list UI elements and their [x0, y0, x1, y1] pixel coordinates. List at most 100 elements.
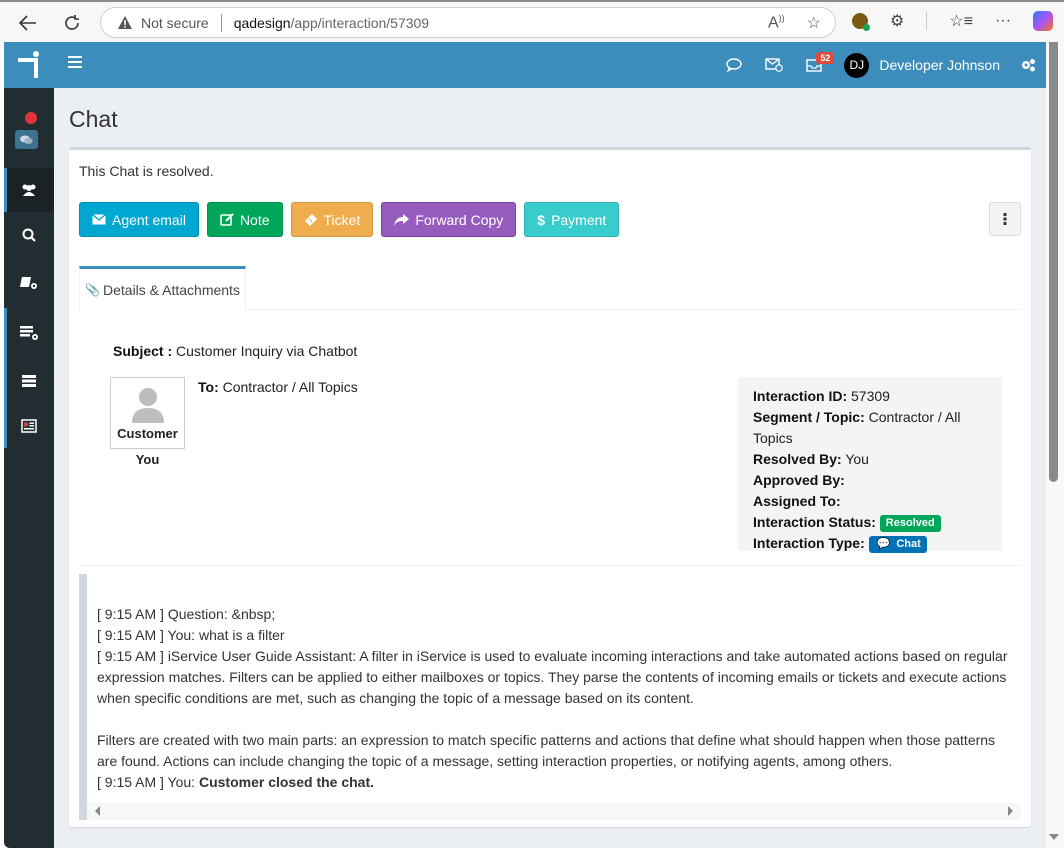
- read-aloud-icon[interactable]: A)): [768, 13, 785, 33]
- back-arrow-icon: [19, 15, 36, 31]
- newspaper-icon: [21, 419, 37, 433]
- note-button[interactable]: Note: [206, 202, 283, 237]
- sidebar-item-knowledge-settings[interactable]: [4, 258, 54, 308]
- copilot-icon[interactable]: [1033, 11, 1054, 31]
- resolved-by-label: Resolved By:: [753, 451, 842, 467]
- scroll-left-icon[interactable]: [95, 806, 100, 816]
- subject-value: Customer Inquiry via Chatbot: [176, 343, 358, 359]
- segment-label: Segment / Topic:: [753, 409, 865, 425]
- sidebar: [4, 42, 54, 848]
- forward-copy-label: Forward Copy: [415, 211, 504, 228]
- sidebar-item-dashboard[interactable]: [4, 404, 54, 448]
- customer-card[interactable]: Customer: [110, 377, 185, 449]
- chat-bubbles-icon: [15, 130, 38, 149]
- app-window: 52 DJ Developer Johnson Chat This Chat i…: [4, 42, 1046, 848]
- payment-label: Payment: [551, 211, 607, 228]
- address-bar[interactable]: Not secure qadesign/app/interaction/5730…: [100, 7, 836, 38]
- sidebar-item-search[interactable]: [4, 212, 54, 258]
- interaction-id-label: Interaction ID:: [753, 388, 848, 404]
- logo-icon: [18, 51, 39, 78]
- transcript-body: [ 9:15 AM ] Question: &nbsp; [ 9:15 AM ]…: [97, 604, 1017, 793]
- address-divider: [220, 13, 222, 32]
- chat-notifications-button[interactable]: [714, 42, 754, 88]
- dollar-icon: $: [537, 211, 546, 228]
- extensions-puzzle-icon[interactable]: ⚙: [890, 11, 904, 31]
- note-label: Note: [239, 211, 270, 228]
- share-arrow-icon: [394, 213, 410, 226]
- refresh-button[interactable]: [58, 9, 86, 37]
- transcript-line-closing: [ 9:15 AM ] You: Customer closed the cha…: [97, 772, 1017, 793]
- scroll-down-icon[interactable]: [1049, 834, 1059, 840]
- chat-transcript[interactable]: [ 9:15 AM ] Question: &nbsp; [ 9:15 AM ]…: [79, 574, 1021, 820]
- approved-by-label: Approved By:: [753, 472, 845, 488]
- status-badge: Resolved: [879, 514, 941, 532]
- user-menu[interactable]: DJ Developer Johnson: [834, 52, 1010, 78]
- vertical-ellipsis-icon: [1003, 213, 1007, 225]
- interaction-id-value: 57309: [851, 388, 890, 404]
- favorite-star-icon[interactable]: ☆: [807, 13, 821, 33]
- warning-icon: [117, 15, 133, 31]
- closing-prefix: [ 9:15 AM ] You:: [97, 774, 199, 790]
- profile-extension-icon[interactable]: [852, 13, 870, 31]
- list-gear-icon: [20, 326, 38, 340]
- resolved-by-value: You: [845, 451, 869, 467]
- menu-toggle-icon[interactable]: [68, 56, 82, 68]
- transcript-line: [ 9:15 AM ] You: what is a filter: [97, 627, 285, 643]
- chat-status-indicator[interactable]: [4, 88, 54, 168]
- sidebar-item-list-settings[interactable]: [4, 308, 54, 358]
- paperclip-icon: 📎: [85, 282, 100, 297]
- page-vertical-scrollbar[interactable]: [1046, 42, 1064, 848]
- transcript-line: Filters are created with two main parts:…: [97, 732, 996, 769]
- sidebar-item-users[interactable]: [4, 168, 54, 212]
- customer-name: You: [135, 452, 160, 467]
- payment-button[interactable]: $ Payment: [524, 202, 620, 237]
- chat-icon: 💬: [876, 537, 891, 550]
- tab-bar: 📎 Details & Attachments: [79, 266, 1021, 310]
- edit-icon: [220, 213, 234, 226]
- inbox-button[interactable]: 52: [794, 42, 835, 88]
- agent-email-button[interactable]: Agent email: [79, 202, 199, 237]
- ticket-button[interactable]: Ticket: [290, 202, 374, 237]
- subject-label: Subject :: [113, 343, 173, 359]
- more-options-button[interactable]: [989, 202, 1021, 236]
- interaction-panel: This Chat is resolved. Agent email Note …: [69, 147, 1031, 827]
- sidebar-item-reports[interactable]: [4, 358, 54, 404]
- type-badge: 💬 Chat: [868, 535, 927, 553]
- user-avatar: DJ: [844, 52, 870, 78]
- transcript-line: [ 9:15 AM ] iService User Guide Assistan…: [97, 648, 1008, 706]
- scheduled-mail-button[interactable]: [754, 42, 794, 88]
- envelope-icon: [92, 214, 106, 225]
- interaction-info-panel: Interaction ID: 57309 Segment / Topic: C…: [738, 377, 1002, 554]
- search-icon: [22, 228, 36, 242]
- top-navbar: 52 DJ Developer Johnson: [54, 42, 1046, 88]
- status-row: Interaction Status: Resolved: [753, 512, 987, 533]
- favorites-list-icon[interactable]: ☆≡: [949, 11, 973, 31]
- browser-toolbar: Not secure qadesign/app/interaction/5730…: [0, 0, 1064, 42]
- app-logo[interactable]: [4, 42, 54, 88]
- url-path: /app/interaction/57309: [290, 14, 430, 31]
- gears-icon: [1022, 59, 1035, 72]
- subject-line: Subject : Customer Inquiry via Chatbot: [113, 343, 357, 359]
- tab-details-attachments[interactable]: 📎 Details & Attachments: [79, 266, 246, 310]
- settings-button[interactable]: [1010, 42, 1046, 88]
- back-button[interactable]: [14, 9, 42, 37]
- type-row: Interaction Type: 💬 Chat: [753, 533, 987, 554]
- to-value: Contractor / All Topics: [222, 379, 358, 395]
- transcript-spacer: [97, 709, 1017, 730]
- security-label[interactable]: Not secure: [141, 15, 209, 31]
- toolbar-divider: [926, 12, 928, 30]
- resolved-status-message: This Chat is resolved.: [79, 163, 214, 179]
- scroll-right-icon[interactable]: [1008, 806, 1013, 816]
- user-name: Developer Johnson: [879, 57, 1000, 73]
- assigned-to-row: Assigned To:: [753, 491, 987, 512]
- user-silhouette-icon: [131, 388, 164, 423]
- action-buttons: Agent email Note Ticket Forward Copy $ P…: [79, 202, 620, 237]
- forward-copy-button[interactable]: Forward Copy: [381, 202, 517, 237]
- tab-details-label: Details & Attachments: [103, 281, 240, 298]
- horizontal-scrollbar[interactable]: [87, 803, 1021, 820]
- list-icon: [22, 375, 36, 387]
- more-menu-icon[interactable]: ···: [995, 12, 1011, 30]
- customer-label: Customer: [117, 426, 178, 441]
- assigned-to-label: Assigned To:: [753, 493, 841, 509]
- scrollbar-thumb[interactable]: [1049, 42, 1058, 482]
